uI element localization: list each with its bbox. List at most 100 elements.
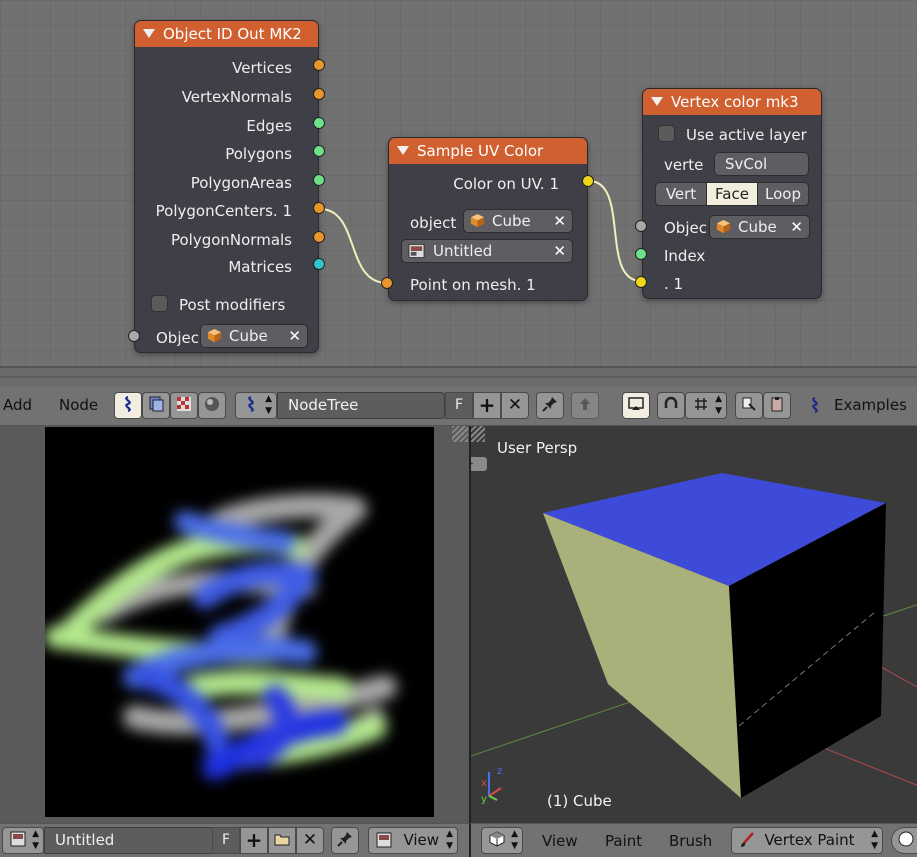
node-tree-browse-button[interactable]: ▲ ▼ (235, 392, 277, 419)
mode-loop[interactable]: Loop (758, 183, 808, 205)
brush-menu[interactable]: Brush (669, 827, 712, 855)
material-tree-button[interactable] (198, 392, 226, 419)
post-modifiers-label: Post modifiers (179, 296, 286, 314)
output-vertices: Vertices (232, 59, 292, 77)
paste-node-tree-button[interactable] (763, 392, 791, 419)
shading-button[interactable] (891, 827, 917, 854)
updown-arrows-icon: ▲ ▼ (32, 829, 39, 851)
vertex-color-node[interactable]: Vertex color mk3 Use active layer verte … (642, 88, 822, 299)
sample-uv-color-node[interactable]: Sample UV Color Color on UV. 1 object Cu… (388, 137, 588, 301)
index-label: Index (664, 247, 706, 265)
new-image-button[interactable]: + (240, 827, 268, 854)
node-menu[interactable]: Node (59, 391, 98, 419)
unlink-tree-button[interactable]: ✕ (501, 392, 529, 419)
sverchok-tree-type-button[interactable] (114, 392, 142, 419)
painted-image-canvas[interactable] (45, 427, 434, 817)
node-header[interactable]: Object ID Out MK2 (135, 21, 318, 47)
cube-icon (470, 213, 485, 228)
view-menu-dropdown[interactable]: View ▲ ▼ (368, 827, 458, 854)
fake-user-button[interactable]: F (445, 392, 473, 419)
socket-edges[interactable] (313, 117, 325, 129)
output-polygon-normals: PolygonNormals (170, 231, 292, 249)
fake-user-button[interactable]: F (212, 827, 240, 854)
socket-matrices[interactable] (313, 258, 325, 270)
object-field[interactable]: Cube ✕ (463, 209, 573, 233)
image-editor[interactable] (0, 426, 469, 823)
unlink-image-button[interactable]: ✕ (296, 827, 324, 854)
node-tree-name-field[interactable]: NodeTree (277, 392, 445, 419)
node-editor[interactable]: Object ID Out MK2 Vertices VertexNormals… (0, 0, 917, 366)
snap-element-button[interactable]: ▲ ▼ (685, 392, 727, 419)
blender-window: Object ID Out MK2 Vertices VertexNormals… (0, 0, 917, 857)
updown-arrows-icon: ▲ ▼ (265, 394, 272, 416)
pin-image-button[interactable] (331, 827, 359, 854)
output-color-on-uv: Color on UV. 1 (453, 175, 559, 193)
examples-menu[interactable]: Examples (806, 391, 907, 419)
output-polygon-areas: PolygonAreas (190, 174, 292, 192)
updown-arrows-icon: ▲ ▼ (446, 829, 453, 851)
collapse-triangle-icon[interactable] (397, 146, 409, 155)
mode-dropdown[interactable]: Vertex Paint ▲ ▼ (731, 827, 883, 854)
socket-color-on-uv[interactable] (582, 175, 594, 187)
image-editor-header: ▲ ▼ Untitled F + ✕ View ▲ ▼ (0, 823, 469, 857)
add-menu[interactable]: Add (3, 391, 32, 419)
composite-tree-button[interactable] (142, 392, 170, 419)
texture-tree-button[interactable] (170, 392, 198, 419)
updown-arrows-icon: ▲ ▼ (871, 829, 878, 851)
collapse-triangle-icon[interactable] (651, 97, 663, 106)
socket-polygon-centers[interactable] (313, 202, 325, 214)
mode-selector[interactable]: Vert Face Loop (655, 182, 809, 206)
socket-object-input[interactable] (128, 330, 140, 342)
viewport-scene (471, 473, 917, 798)
snap-toggle-button[interactable] (657, 392, 685, 419)
clear-icon[interactable]: ✕ (790, 216, 803, 238)
sverchok-icon (812, 396, 818, 414)
area-corner-grip[interactable] (471, 426, 485, 442)
paint-menu[interactable]: Paint (605, 827, 642, 855)
parent-tree-button[interactable] (571, 392, 599, 419)
editor-type-button[interactable]: ▲ ▼ (2, 827, 44, 854)
cube-icon (716, 219, 731, 234)
area-splitter[interactable] (0, 366, 917, 386)
3d-viewport[interactable]: User Persp ◂ ▸ z x y (1) Cube (469, 426, 917, 823)
image-field[interactable]: Untitled ✕ (401, 239, 573, 263)
clear-icon[interactable]: ✕ (288, 325, 301, 347)
post-modifiers-checkbox[interactable] (151, 295, 168, 312)
socket-point-on-mesh[interactable] (381, 277, 393, 289)
view-label: View (403, 831, 440, 849)
object-field[interactable]: Cube ✕ (200, 324, 308, 348)
use-active-layer-checkbox[interactable] (658, 125, 675, 142)
clear-icon[interactable]: ✕ (553, 240, 566, 262)
object-label: object (410, 214, 457, 232)
copy-node-tree-button[interactable] (735, 392, 763, 419)
socket-polygons[interactable] (313, 145, 325, 157)
view-menu[interactable]: View (542, 827, 578, 855)
mode-vert[interactable]: Vert (656, 183, 707, 205)
node-header[interactable]: Vertex color mk3 (643, 89, 821, 115)
new-tree-button[interactable]: + (473, 392, 501, 419)
collapse-triangle-icon[interactable] (143, 29, 155, 38)
object-id-out-node[interactable]: Object ID Out MK2 Vertices VertexNormals… (134, 20, 319, 353)
mode-face[interactable]: Face (707, 183, 758, 205)
socket-index-input[interactable] (635, 248, 647, 260)
socket-color-input[interactable] (635, 276, 647, 288)
clear-icon[interactable]: ✕ (553, 210, 566, 232)
verte-field[interactable]: SvCol (714, 152, 809, 176)
socket-vertices[interactable] (313, 59, 325, 71)
input-point-on-mesh: Point on mesh. 1 (410, 276, 536, 294)
node-header[interactable]: Sample UV Color (389, 138, 587, 164)
socket-polygon-areas[interactable] (313, 174, 325, 186)
socket-polygon-normals[interactable] (313, 231, 325, 243)
image-name-field[interactable]: Untitled (44, 827, 214, 854)
area-corner-grip[interactable] (452, 426, 468, 442)
area-join-arrows-icon[interactable]: ◂ ▸ (471, 457, 487, 471)
composite-icon (149, 396, 164, 412)
socket-object-input[interactable] (635, 220, 647, 232)
verte-value: SvCol (725, 155, 768, 173)
editor-type-button[interactable]: ▲ ▼ (481, 827, 523, 854)
backdrop-button[interactable] (622, 392, 650, 419)
open-image-button[interactable] (268, 827, 296, 854)
pin-button[interactable] (536, 392, 564, 419)
object-field[interactable]: Cube ✕ (709, 215, 810, 239)
socket-vertex-normals[interactable] (313, 88, 325, 100)
